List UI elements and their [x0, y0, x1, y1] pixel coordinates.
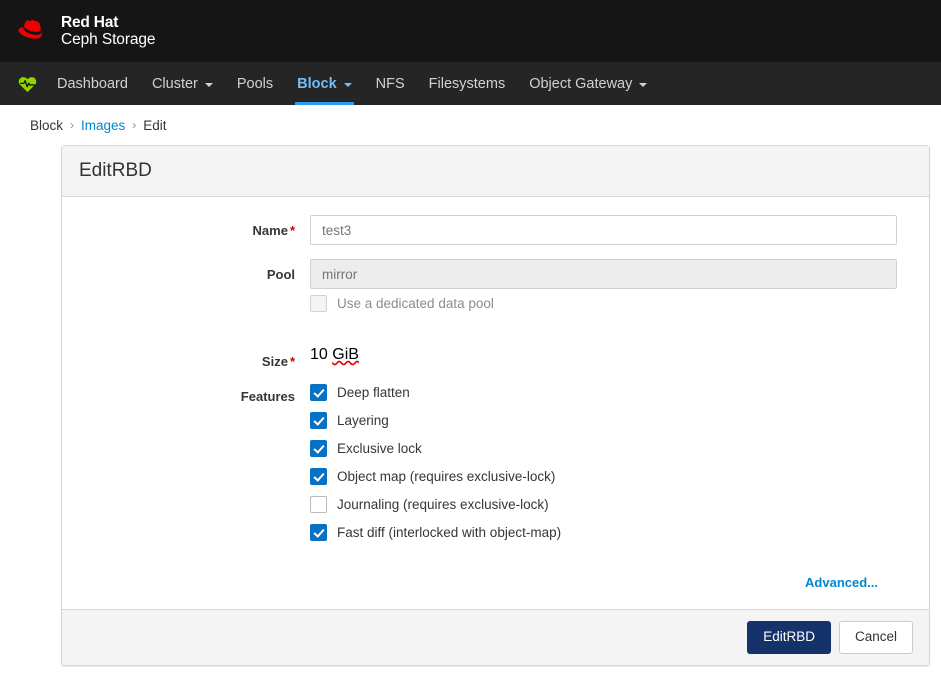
- chevron-down-icon: [343, 82, 352, 87]
- nav-label-nfs: NFS: [375, 75, 405, 92]
- label-name-text: Name: [252, 223, 288, 238]
- pool-input-wrap: Use a dedicated data pool: [310, 259, 909, 332]
- label-pool-text: Pool: [266, 267, 295, 282]
- size-input-wrap: 10 GiB: [310, 346, 909, 364]
- main-navigation: Dashboard Cluster Pools Block NFS Filesy…: [0, 62, 941, 105]
- feature-checkbox-deep-flatten[interactable]: [310, 384, 327, 401]
- breadcrumb-separator-icon: ›: [70, 118, 75, 132]
- cancel-button[interactable]: Cancel: [838, 621, 913, 654]
- size-input[interactable]: 10 GiB: [310, 346, 897, 364]
- breadcrumb: Block › Images › Edit: [0, 105, 941, 145]
- feature-checkbox-exclusive-lock[interactable]: [310, 440, 327, 457]
- feature-row-layering[interactable]: Layering: [310, 412, 897, 429]
- required-asterisk: *: [289, 223, 295, 238]
- card-title: EditRBD: [62, 146, 929, 197]
- nav-item-nfs[interactable]: NFS: [364, 62, 417, 105]
- redhat-fedora-logo-icon: [18, 20, 42, 39]
- feature-label-journaling: Journaling (requires exclusive-lock): [337, 497, 549, 512]
- nav-item-cluster[interactable]: Cluster: [140, 62, 225, 105]
- brand-logo[interactable]: Red Hat Ceph Storage: [18, 13, 156, 49]
- feature-checkbox-layering[interactable]: [310, 412, 327, 429]
- nav-label-block: Block: [297, 75, 337, 92]
- nav-label-object-gateway: Object Gateway: [529, 75, 633, 92]
- label-size-text: Size: [261, 354, 288, 369]
- submit-edit-rbd-button[interactable]: EditRBD: [747, 621, 831, 654]
- name-input[interactable]: [310, 215, 897, 245]
- brand-line-red-hat: Red Hat: [61, 13, 119, 31]
- dedicated-data-pool-label: Use a dedicated data pool: [337, 296, 494, 311]
- nav-label-filesystems: Filesystems: [428, 75, 506, 92]
- pool-input: [310, 259, 897, 289]
- feature-label-object-map: Object map (requires exclusive-lock): [337, 469, 556, 484]
- feature-checkbox-object-map[interactable]: [310, 468, 327, 485]
- required-asterisk: *: [289, 354, 295, 369]
- feature-row-fast-diff[interactable]: Fast diff (interlocked with object-map): [310, 524, 897, 541]
- chevron-down-icon: [639, 82, 648, 87]
- feature-label-deep-flatten: Deep flatten: [337, 385, 410, 400]
- form-row-name: Name *: [62, 215, 909, 245]
- label-name: Name *: [62, 215, 310, 238]
- card-footer: EditRBD Cancel: [62, 609, 929, 665]
- nav-home-icon-button[interactable]: [14, 62, 45, 105]
- feature-label-layering: Layering: [337, 413, 389, 428]
- feature-label-exclusive-lock: Exclusive lock: [337, 441, 422, 456]
- feature-row-exclusive-lock[interactable]: Exclusive lock: [310, 440, 897, 457]
- feature-checkbox-journaling[interactable]: [310, 496, 327, 513]
- chevron-down-icon: [204, 82, 213, 87]
- dedicated-data-pool-row: Use a dedicated data pool: [310, 295, 897, 312]
- breadcrumb-item-edit: Edit: [143, 117, 167, 133]
- nav-item-pools[interactable]: Pools: [225, 62, 285, 105]
- label-features-text: Features: [240, 389, 295, 404]
- size-value-number: 10: [310, 346, 333, 363]
- label-features: Features: [62, 383, 310, 404]
- label-size: Size *: [62, 346, 310, 369]
- nav-label-cluster: Cluster: [151, 75, 198, 92]
- nav-item-dashboard[interactable]: Dashboard: [45, 62, 140, 105]
- nav-label-dashboard: Dashboard: [57, 75, 128, 92]
- features-checkbox-list: Deep flatten Layering Exclusive lock Obj…: [310, 383, 909, 552]
- heartbeat-icon: [18, 76, 37, 92]
- label-pool: Pool: [62, 259, 310, 282]
- feature-row-object-map[interactable]: Object map (requires exclusive-lock): [310, 468, 897, 485]
- feature-row-journaling[interactable]: Journaling (requires exclusive-lock): [310, 496, 897, 513]
- advanced-row: Advanced...: [62, 566, 909, 600]
- advanced-link[interactable]: Advanced...: [805, 575, 878, 590]
- form-row-size: Size * 10 GiB: [62, 346, 909, 369]
- brand-text: Red Hat Ceph Storage: [61, 13, 156, 49]
- form-row-pool: Pool Use a dedicated data pool: [62, 259, 909, 332]
- nav-item-object-gateway[interactable]: Object Gateway: [517, 62, 659, 105]
- dedicated-data-pool-checkbox: [310, 295, 327, 312]
- size-value-unit: GiB: [332, 346, 359, 363]
- card-body: Name* Pool Use a dedicated data pool: [62, 197, 929, 609]
- breadcrumb-separator-icon: ›: [132, 118, 137, 132]
- name-input-wrap: [310, 215, 909, 245]
- feature-label-fast-diff: Fast diff (interlocked with object-map): [337, 525, 562, 540]
- brand-line-ceph-storage: Ceph Storage: [61, 31, 156, 48]
- edit-rbd-card: EditRBD Name* Pool: [61, 145, 930, 666]
- nav-item-block[interactable]: Block: [285, 62, 364, 105]
- breadcrumb-item-block[interactable]: Block: [30, 118, 63, 133]
- masthead: Red Hat Ceph Storage: [0, 0, 941, 62]
- page-content: EditRBD Name* Pool: [0, 145, 941, 666]
- feature-row-deep-flatten[interactable]: Deep flatten: [310, 384, 897, 401]
- nav-item-filesystems[interactable]: Filesystems: [417, 62, 518, 105]
- form-row-features: Features Deep flatten Layering Exclusive…: [62, 383, 909, 552]
- nav-label-pools: Pools: [236, 75, 274, 92]
- feature-checkbox-fast-diff[interactable]: [310, 524, 327, 541]
- breadcrumb-item-images[interactable]: Images: [81, 118, 125, 133]
